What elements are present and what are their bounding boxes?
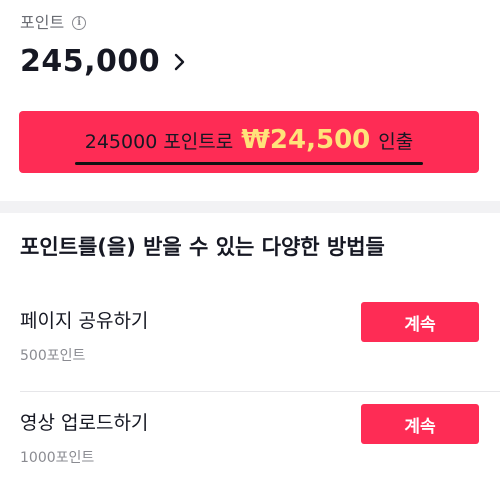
earn-item-title: 페이지 공유하기 [20,310,149,332]
earn-item-title: 영상 업로드하기 [20,412,149,434]
earn-item-reward: 500포인트 [20,348,86,364]
info-icon[interactable]: i [72,16,87,30]
cashout-button[interactable]: 245000 포인트로 ₩24,500 인출 [19,111,479,173]
chevron-right-icon[interactable] [174,53,186,71]
points-label: 포인트 [20,13,65,32]
points-header: 포인트 i [20,12,87,34]
earn-item-upload-video: 영상 업로드하기 1000포인트 계속 [0,392,500,494]
cashout-underline [74,162,424,165]
cashout-label: 245000 포인트로 ₩24,500 인출 [74,125,424,165]
balance-row[interactable]: 245,000 [20,40,186,84]
points-balance: 245,000 [20,44,161,79]
section-divider [0,201,500,213]
earn-item-reward: 1000포인트 [20,450,95,466]
cashout-amount: ₩24,500 [241,125,371,155]
cashout-suffix: 인출 [378,131,414,153]
continue-button[interactable]: 계속 [361,404,479,444]
earn-item-share-page: 페이지 공유하기 500포인트 계속 [0,290,500,392]
points-page: 포인트 i 245,000 245000 포인트로 ₩24,500 인출 포인트… [0,0,500,500]
cashout-prefix: 245000 포인트로 [84,131,234,153]
continue-button[interactable]: 계속 [361,302,479,342]
earn-section-title: 포인트를(을) 받을 수 있는 다양한 방법들 [20,235,385,259]
